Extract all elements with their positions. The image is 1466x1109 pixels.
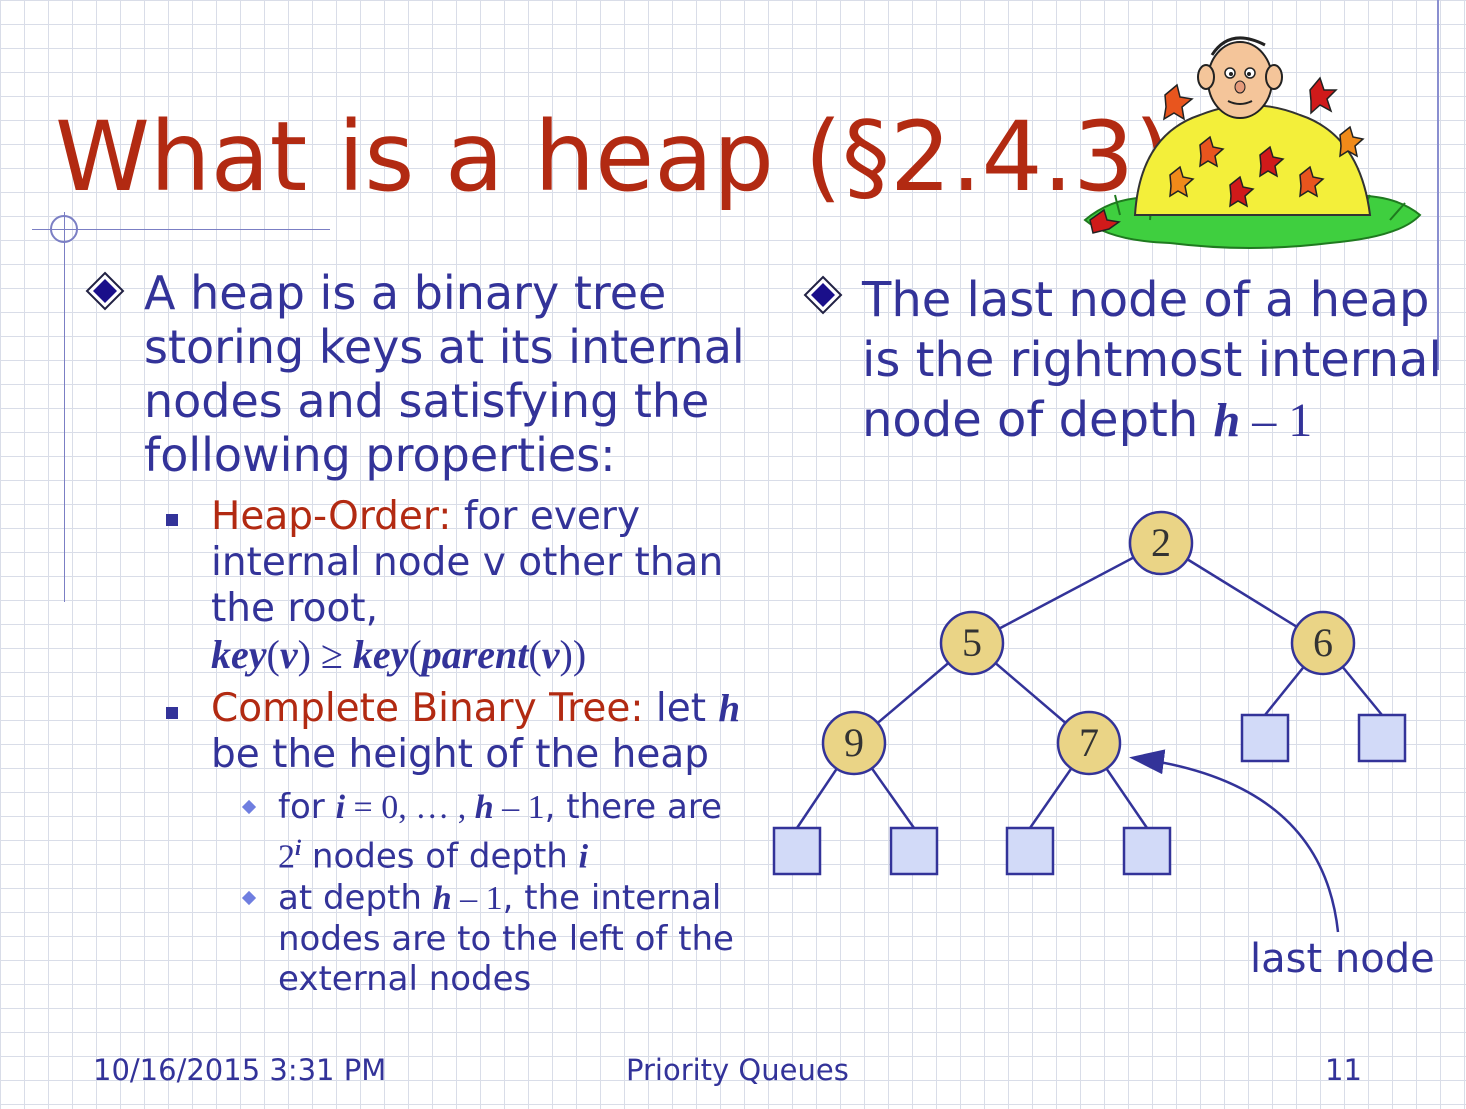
last-node-definition: The last node of a heap is the rightmost…: [862, 272, 1442, 448]
heap-order-label: Heap-Order:: [211, 494, 452, 539]
heap-order-line2: internal node v other than: [211, 540, 724, 585]
external-node: [772, 826, 822, 876]
square-bullet-icon: [166, 707, 178, 719]
slide-title: What is a heap (§2.4.3): [55, 101, 1172, 213]
small-diamond-bullet-icon: [241, 890, 257, 906]
internal-node: 5: [939, 610, 1005, 676]
internal-node: 6: [1290, 610, 1356, 676]
complete-tree-label: Complete Binary Tree:: [211, 686, 644, 731]
heap-definition-line: A heap is a binary tree: [144, 266, 667, 320]
heap-definition-text: A heap is a binary tree storing keys at …: [144, 266, 764, 482]
heap-definition-line: nodes and satisfying the: [144, 374, 710, 428]
heap-tree-diagram: 2 5 6 9 7: [772, 510, 1407, 933]
heap-order-line3: the root,: [211, 586, 378, 631]
left-margin-rule: [64, 212, 65, 602]
leaf-pile-clipart-icon: [1083, 36, 1422, 249]
footer-date: 10/16/2015 3:31 PM: [93, 1053, 387, 1087]
external-node: [889, 826, 939, 876]
tree-edges: [795, 541, 1383, 829]
heap-definition-line: following properties:: [144, 428, 616, 482]
external-node: [1005, 826, 1055, 876]
internal-node: 9: [821, 710, 887, 776]
complete-tree-text: let: [655, 686, 706, 731]
square-bullet-icon: [166, 514, 178, 526]
complete-tree-line2: be the height of the heap: [211, 732, 710, 777]
internal-node-root: 2: [1128, 510, 1194, 576]
depth-count-item: for i = 0, … , h – 1, there are 2i nodes…: [278, 787, 722, 877]
heap-order-formula: key(v) ≥ key(parent(v)): [211, 632, 587, 677]
node-key: 7: [1079, 720, 1099, 765]
node-key: 9: [844, 720, 864, 765]
diamond-bullet-icon: [85, 271, 125, 311]
external-node: [1240, 713, 1290, 763]
external-node: [1122, 826, 1172, 876]
internal-node-last: 7: [1056, 710, 1122, 776]
node-key: 2: [1151, 520, 1171, 565]
heap-definition-line: storing keys at its internal: [144, 320, 745, 374]
page-number: 11: [1325, 1053, 1362, 1087]
footer-title: Priority Queues: [626, 1053, 849, 1087]
math-h: h: [718, 687, 741, 730]
external-node: [1357, 713, 1407, 763]
heap-order-text: for every: [463, 494, 641, 539]
node-key: 5: [962, 620, 982, 665]
complete-binary-tree-property: Complete Binary Tree: let h be the heigh…: [211, 686, 771, 778]
node-key: 6: [1313, 620, 1333, 665]
internal-left-item: at depth h – 1, the internal nodes are t…: [278, 878, 734, 999]
crosshair-icon: [50, 215, 78, 243]
heap-order-property: Heap-Order: for every internal node v ot…: [211, 494, 771, 678]
diamond-bullet-icon: [803, 275, 843, 315]
small-diamond-bullet-icon: [241, 799, 257, 815]
last-node-label: last node: [1250, 936, 1435, 982]
